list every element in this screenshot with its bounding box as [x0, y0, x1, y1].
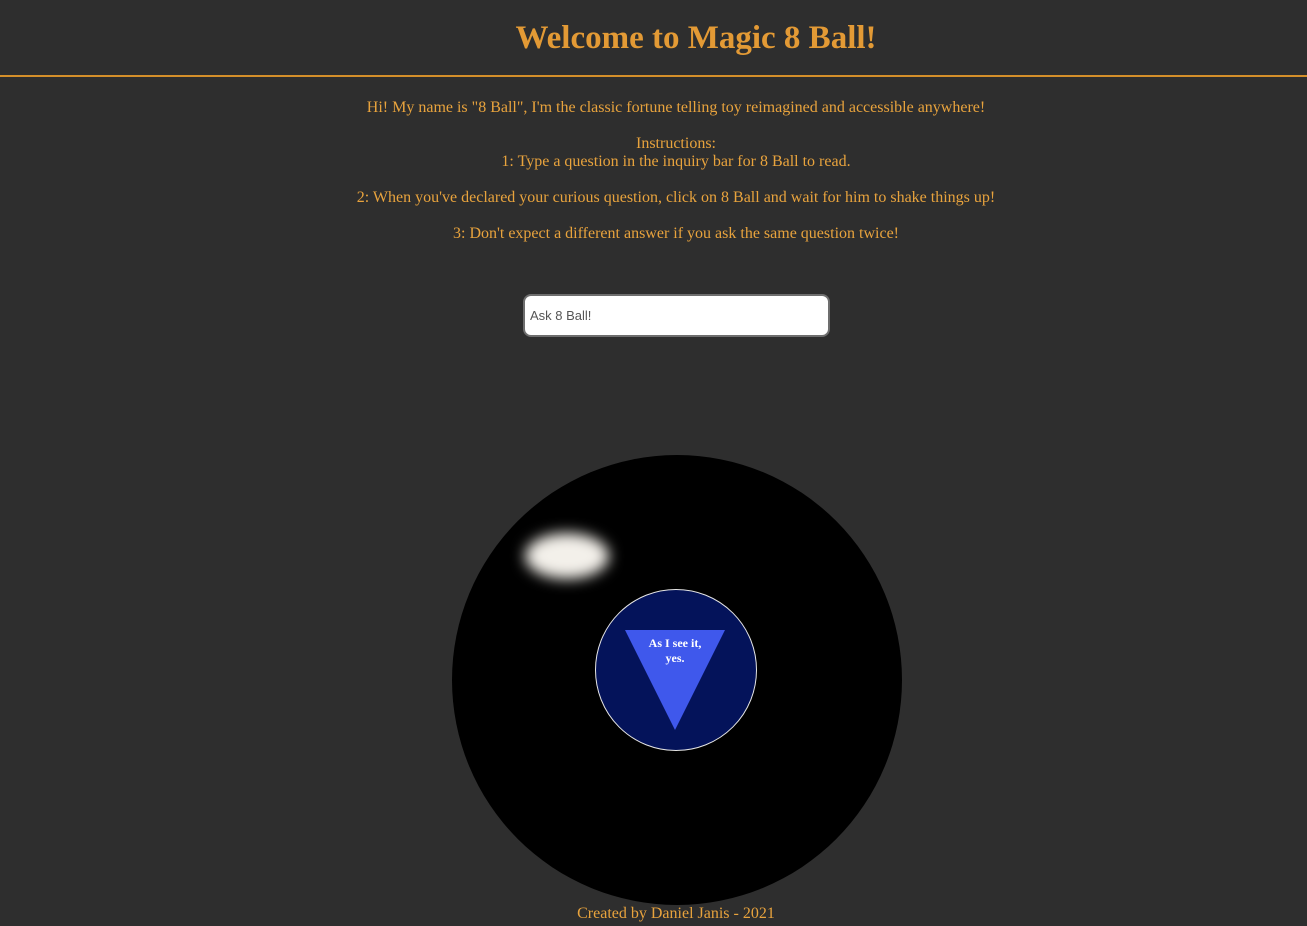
answer-window: As I see it, yes. — [595, 589, 757, 751]
page-title: Welcome to Magic 8 Ball! — [515, 20, 877, 56]
instruction-step-2: 2: When you've declared your curious que… — [356, 189, 996, 206]
intro-greeting: Hi! My name is "8 Ball", I'm the classic… — [366, 99, 986, 116]
ball-shine-highlight — [525, 533, 609, 579]
instructions-heading: Instructions: — [636, 135, 716, 152]
page-header: Welcome to Magic 8 Ball! — [0, 0, 1307, 77]
question-input[interactable] — [523, 294, 830, 337]
instruction-step-3: 3: Don't expect a different answer if yo… — [453, 225, 899, 242]
instruction-step-1: 1: Type a question in the inquiry bar fo… — [501, 153, 851, 170]
footer-credit: Created by Daniel Janis - 2021 — [577, 905, 775, 922]
answer-text: As I see it, yes. — [648, 636, 702, 665]
magic-8-ball[interactable]: As I see it, yes. — [452, 455, 902, 905]
instructions-block: Instructions: 1: Type a question in the … — [0, 135, 1307, 171]
